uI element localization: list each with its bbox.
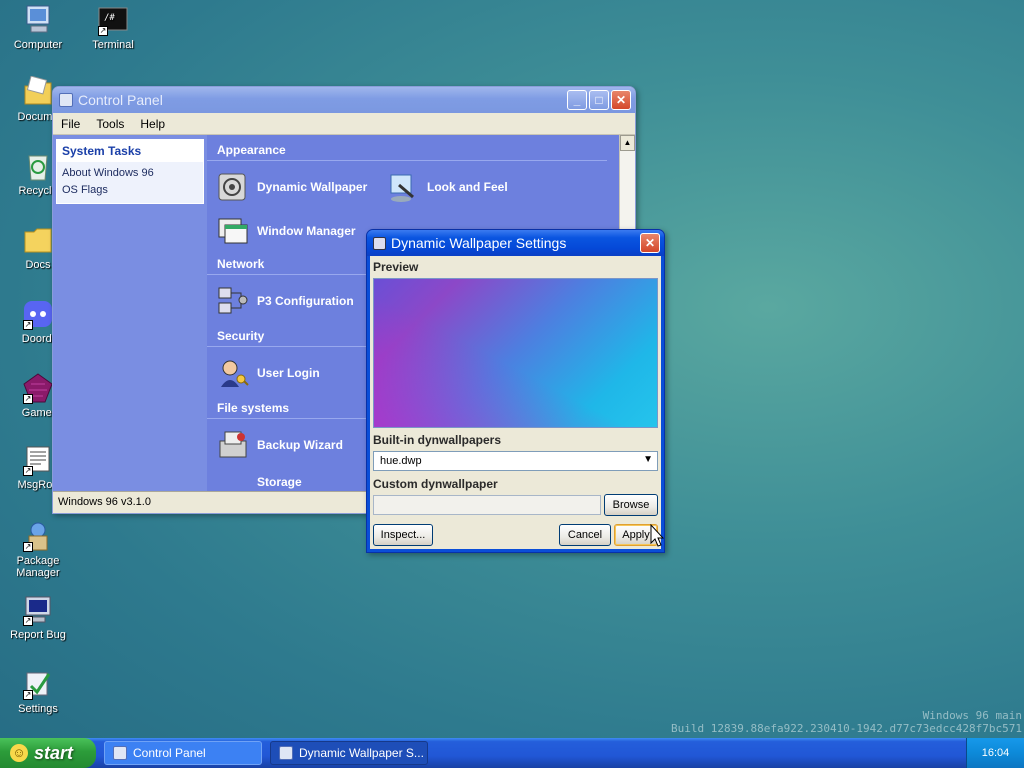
- chevron-down-icon: ▼: [643, 454, 653, 465]
- dialog-title: Dynamic Wallpaper Settings: [391, 235, 567, 251]
- section-appearance: Appearance: [207, 139, 607, 161]
- item-label: Storage: [257, 475, 302, 489]
- task-pane: System Tasks About Windows 96 OS Flags: [53, 135, 207, 491]
- control-panel-task-icon: [113, 746, 127, 760]
- window-title: Control Panel: [78, 92, 163, 108]
- cancel-button[interactable]: Cancel: [559, 524, 611, 546]
- clock[interactable]: 16:04: [982, 747, 1010, 759]
- custom-label: Custom dynwallpaper: [373, 477, 498, 491]
- item-label: P3 Configuration: [257, 294, 354, 308]
- mouse-cursor-icon: [650, 523, 665, 551]
- menu-file[interactable]: File: [53, 117, 88, 131]
- custom-wallpaper-field[interactable]: [373, 495, 601, 515]
- close-button[interactable]: ✕: [611, 90, 631, 110]
- start-button[interactable]: ☺ start: [0, 738, 96, 768]
- dialog-body: Preview Built-in dynwallpapers hue.dwp ▼…: [370, 256, 661, 549]
- build-watermark: Windows 96 main Build 12839.88efa922.230…: [671, 709, 1022, 735]
- desktop-icon-report-bug[interactable]: ↗ Report Bug: [0, 594, 76, 641]
- network-computers-icon: [217, 285, 249, 317]
- svg-text:/#: /#: [104, 13, 115, 23]
- desktop-icon-label: Terminal: [92, 39, 134, 51]
- look-and-feel-icon: [387, 171, 419, 203]
- package-manager-icon: ↗: [21, 520, 55, 552]
- desktop-icon-label: Settings: [18, 703, 58, 715]
- maximize-button[interactable]: □: [589, 90, 609, 110]
- preview-label: Preview: [373, 260, 419, 274]
- control-panel-app-icon: [59, 93, 73, 107]
- item-label: Backup Wizard: [257, 438, 343, 452]
- scroll-up-button[interactable]: ▲: [620, 135, 635, 151]
- msgroom-icon: ↗: [21, 444, 55, 476]
- item-look-and-feel[interactable]: Look and Feel: [387, 171, 508, 203]
- task-label: Dynamic Wallpaper S...: [299, 746, 424, 760]
- builtin-label: Built-in dynwallpapers: [373, 433, 502, 447]
- desktop-icon-computer[interactable]: Computer: [0, 4, 76, 51]
- inspect-button[interactable]: Inspect...: [373, 524, 433, 546]
- computer-icon: [21, 4, 55, 36]
- desktop-icon-terminal[interactable]: /# ↗ Terminal: [75, 4, 151, 51]
- item-p3-configuration[interactable]: P3 Configuration: [217, 285, 354, 317]
- item-label: Window Manager: [257, 224, 356, 238]
- dialog-close-button[interactable]: ✕: [640, 233, 660, 253]
- desktop-icon-package-manager[interactable]: ↗ Package Manager: [0, 520, 76, 579]
- item-storage[interactable]: Storage: [257, 475, 302, 489]
- dynamic-wallpaper-app-icon: [373, 236, 386, 250]
- task-os-flags[interactable]: OS Flags: [57, 181, 203, 198]
- minimize-button[interactable]: _: [567, 90, 587, 110]
- item-label: Dynamic Wallpaper: [257, 180, 368, 194]
- watermark-line-1: Windows 96 main: [922, 709, 1022, 722]
- taskbar-item-dynamic-wallpaper[interactable]: Dynamic Wallpaper S...: [270, 741, 428, 765]
- terminal-icon: /# ↗: [96, 4, 130, 36]
- taskbar: ☺ start Control Panel Dynamic Wallpaper …: [0, 738, 1024, 768]
- task-about-windows-96[interactable]: About Windows 96: [57, 164, 203, 181]
- select-value: hue.dwp: [380, 455, 422, 467]
- desktop-icon-settings[interactable]: ↗ Settings: [0, 668, 76, 715]
- dynamic-wallpaper-icon: [217, 171, 249, 203]
- wallpaper-preview: [373, 278, 658, 428]
- taskbar-item-control-panel[interactable]: Control Panel: [104, 741, 262, 765]
- backup-wizard-icon: [217, 429, 249, 461]
- item-label: Look and Feel: [427, 180, 508, 194]
- folder-icon: [21, 224, 55, 256]
- window-manager-icon: [217, 215, 249, 247]
- report-bug-icon: ↗: [21, 594, 55, 626]
- discord-icon: ↗: [21, 298, 55, 330]
- watermark-line-2: Build 12839.88efa922.230410-1942.d77c73e…: [671, 722, 1022, 735]
- gameicon-icon: ↗: [21, 372, 55, 404]
- dialog-titlebar[interactable]: Dynamic Wallpaper Settings ✕: [367, 230, 664, 256]
- desktop-icon-label: Computer: [13, 39, 63, 51]
- dynamic-wallpaper-task-icon: [279, 746, 293, 760]
- desktop-icon-label: Report Bug: [10, 629, 66, 641]
- task-label: Control Panel: [133, 746, 206, 760]
- item-window-manager[interactable]: Window Manager: [217, 215, 356, 247]
- browse-button[interactable]: Browse: [604, 494, 658, 516]
- documents-icon: [21, 75, 55, 108]
- desktop-icon-label: Package Manager: [16, 555, 60, 579]
- user-login-icon: [217, 357, 249, 389]
- start-smiley-icon: ☺: [10, 744, 28, 762]
- builtin-wallpaper-select[interactable]: hue.dwp ▼: [373, 451, 658, 471]
- item-user-login[interactable]: User Login: [217, 357, 320, 389]
- menu-help[interactable]: Help: [132, 117, 173, 131]
- system-tasks-header: System Tasks: [57, 140, 203, 162]
- system-tray: 16:04: [966, 738, 1024, 768]
- control-panel-titlebar[interactable]: Control Panel _ □ ✕: [53, 87, 635, 113]
- menu-tools[interactable]: Tools: [88, 117, 132, 131]
- menu-bar: File Tools Help: [53, 113, 635, 135]
- item-backup-wizard[interactable]: Backup Wizard: [217, 429, 343, 461]
- dynamic-wallpaper-dialog[interactable]: Dynamic Wallpaper Settings ✕ Preview Bui…: [366, 229, 665, 553]
- item-label: User Login: [257, 366, 320, 380]
- system-tasks-box: System Tasks About Windows 96 OS Flags: [56, 139, 204, 204]
- start-label: start: [34, 742, 74, 763]
- item-dynamic-wallpaper[interactable]: Dynamic Wallpaper: [217, 171, 367, 203]
- settings-icon: ↗: [21, 668, 55, 700]
- recycle-bin-icon: [21, 150, 55, 182]
